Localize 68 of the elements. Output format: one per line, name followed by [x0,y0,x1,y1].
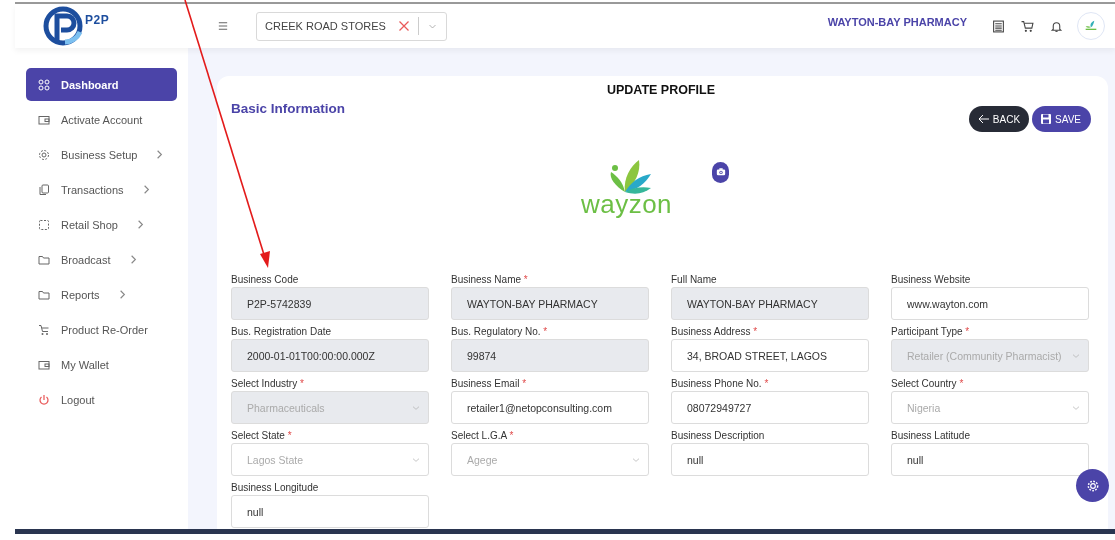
field-label: Business Phone No. * [671,377,770,391]
power-icon [38,393,50,406]
page-title: UPDATE PROFILE [605,83,717,97]
settings-button[interactable] [1076,469,1109,502]
field-label: Participant Type * [891,325,971,339]
sidebar-item[interactable]: My Wallet [26,348,177,381]
field-label: Business Code [231,273,300,287]
field-label: Business Longitude [231,481,320,495]
sidebar-item[interactable]: Activate Account [26,103,177,136]
grid-icon [38,78,50,91]
field-label: Business Description [671,429,766,443]
menu-icon[interactable] [216,21,230,31]
cart-icon[interactable] [1021,19,1034,33]
sidebar-item[interactable]: Dashboard [26,68,177,101]
caret-icon [412,403,420,412]
account-name: WAYTON-BAY PHARMACY [827,16,967,28]
save-button[interactable]: SAVE [1032,106,1091,132]
camera-button[interactable] [712,161,730,183]
cart-icon [38,323,50,336]
sidebar-item[interactable]: Business Setup [26,138,177,171]
list-icon[interactable] [992,19,1005,33]
input-field[interactable]: www.wayton.com [891,287,1089,320]
input-field[interactable]: 34, BROAD STREET, LAGOS [671,339,869,372]
settings-icon [38,148,50,161]
input-field[interactable]: retailer1@netopconsulting.com [451,391,649,424]
caret-icon [632,455,640,464]
camera-icon [715,167,726,177]
sidebar-item[interactable]: Transactions [26,173,177,206]
sidebar-item[interactable]: Retail Shop [26,208,177,241]
sidebar-item[interactable]: Reports [26,278,177,311]
section-title: Basic Information [231,101,346,116]
field-label: Full Name [671,273,718,287]
input-field[interactable]: null [231,495,429,528]
field-label: Select L.G.A * [451,429,515,443]
settings-icon [1085,478,1100,493]
caret-icon [1072,351,1080,360]
caret-icon [1072,403,1080,412]
field-label: Bus. Regulatory No. * [451,325,549,339]
back-button[interactable]: BACK [968,106,1030,132]
folder-icon [38,253,50,266]
bell-icon[interactable] [1050,19,1063,33]
clear-icon[interactable] [397,20,410,32]
field-label: Business Website [891,273,972,287]
field-label: Business Address * [671,325,759,339]
store-select[interactable]: CREEK ROAD STORES [256,11,447,41]
wallet-icon [38,113,50,126]
brand-name: P2P [85,13,110,27]
field-label: Select State * [231,429,293,443]
input-field[interactable]: 08072949727 [671,391,869,424]
sidebar-item[interactable]: Logout [26,383,177,416]
input-field[interactable]: null [671,443,869,476]
input-field[interactable]: null [891,443,1089,476]
dashed-square-icon [38,218,50,231]
field-label: Select Country * [891,377,965,391]
logo-icon [43,6,83,46]
sidebar-item[interactable]: Product Re-Order [26,313,177,346]
field-label: Bus. Registration Date [231,325,333,339]
arrow-left-icon [977,113,990,125]
folder-icon [38,288,50,301]
field-label: Business Latitude [891,429,971,443]
copy-icon [38,183,50,196]
field-label: Business Email * [451,377,528,391]
company-logo: wayzon [580,158,673,216]
sidebar-item[interactable]: Broadcast [26,243,177,276]
caret-icon [412,455,420,464]
field-label: Select Industry * [231,377,305,391]
wallet-icon [38,358,50,371]
field-label: Business Name * [451,273,529,287]
